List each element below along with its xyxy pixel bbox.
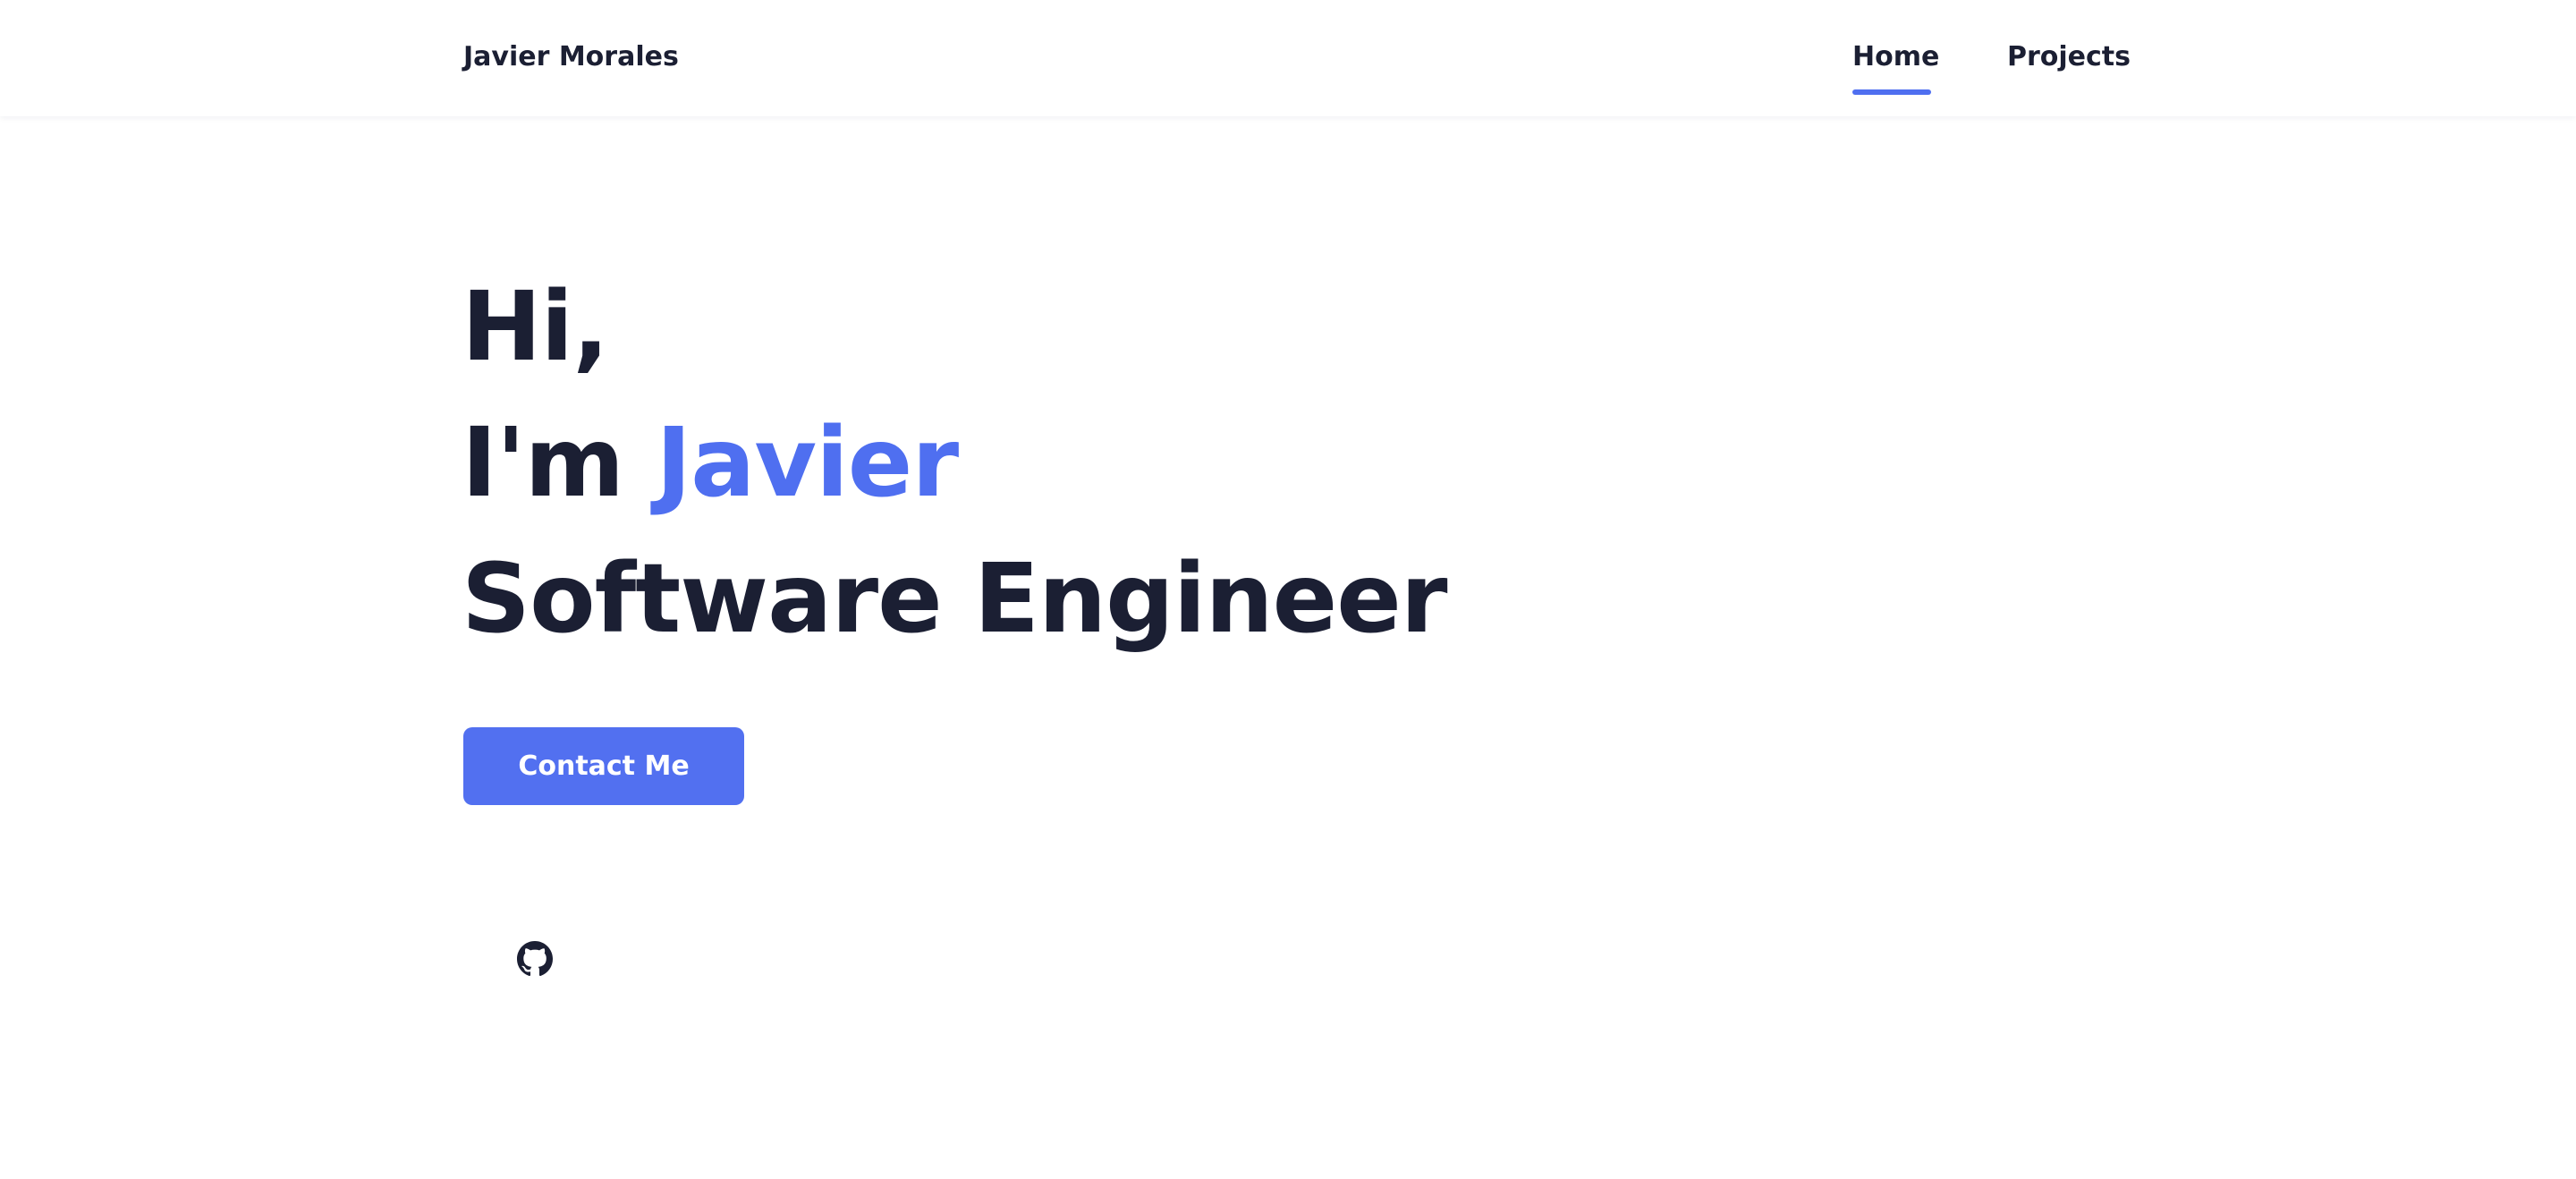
site-header: Javier Morales Home Projects <box>0 0 2576 116</box>
nav-link-home[interactable]: Home <box>1852 36 1939 79</box>
hero-greeting: Hi, <box>462 272 609 383</box>
main-nav: Home Projects <box>1852 36 2131 98</box>
hero-role: Software Engineer <box>462 544 1448 655</box>
hero-section: Hi, I'm Javier Software Engineer <box>462 259 1893 667</box>
site-logo[interactable]: Javier Morales <box>463 36 679 79</box>
hero-name: Javier <box>656 408 959 519</box>
contact-me-button[interactable]: Contact Me <box>463 727 744 805</box>
hero-intro: I'm Javier <box>462 395 1893 531</box>
github-link[interactable] <box>517 941 553 977</box>
nav-link-projects[interactable]: Projects <box>2007 36 2131 79</box>
github-icon <box>517 941 553 977</box>
hero-intro-prefix: I'm <box>462 408 657 519</box>
nav-active-indicator <box>1852 89 1931 95</box>
